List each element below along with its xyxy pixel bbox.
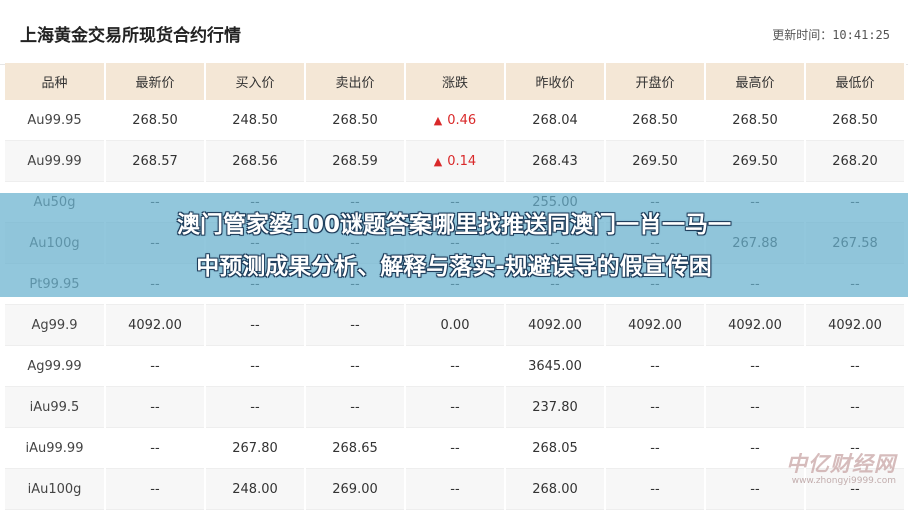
column-header: 最新价	[105, 63, 206, 100]
table-row[interactable]: Ag99.99 -- -- -- -- 3645.00 -- -- --	[5, 345, 906, 387]
table-row[interactable]: Ag99.9 4092.00 -- -- 0.00 4092.00 4092.00 4092.…	[5, 304, 906, 346]
cell-name: Ag99.99	[5, 345, 106, 387]
update-time: 10:41:25	[832, 28, 890, 42]
cell-low: 268.20	[805, 140, 906, 182]
column-header: 昨收价	[505, 63, 606, 100]
page-header: 上海黄金交易所现货合约行情 更新时间：10:41:25	[0, 0, 908, 65]
cell-name: iAu100g	[5, 468, 106, 510]
banner-line-2: 中预测成果分析、解释与落实-规避误导的假宣传困	[196, 254, 712, 280]
cell-change: ▲ 0.14	[405, 140, 506, 182]
cell-bid: 268.56	[205, 140, 306, 182]
cell-latest: --	[105, 386, 206, 428]
cell-prev-close: 3645.00	[505, 345, 606, 387]
cell-low: --	[805, 386, 906, 428]
cell-high: 269.50	[705, 140, 806, 182]
table-row[interactable]: Au99.95 268.50 248.50 268.50 ▲ 0.46 268.04 268.…	[5, 100, 906, 141]
cell-open: --	[605, 468, 706, 510]
cell-prev-close: 268.00	[505, 468, 606, 510]
cell-ask: --	[305, 386, 406, 428]
cell-change: --	[405, 345, 506, 387]
cell-prev-close: 4092.00	[505, 304, 606, 346]
cell-name: Au99.95	[5, 100, 106, 141]
cell-ask: 268.59	[305, 140, 406, 182]
cell-high: --	[705, 345, 806, 387]
column-header: 卖出价	[305, 63, 406, 100]
cell-latest: --	[105, 468, 206, 510]
cell-open: --	[605, 386, 706, 428]
cell-high: 268.50	[705, 100, 806, 141]
cell-change: --	[405, 468, 506, 510]
cell-bid: --	[205, 386, 306, 428]
cell-latest: --	[105, 345, 206, 387]
cell-name: iAu99.99	[5, 427, 106, 469]
watermark-url: www.zhongyi9999.com	[791, 476, 896, 486]
cell-latest: 4092.00	[105, 304, 206, 346]
column-header: 最低价	[805, 63, 906, 100]
cell-high: 4092.00	[705, 304, 806, 346]
cell-open: 268.50	[605, 100, 706, 141]
cell-name: iAu99.5	[5, 386, 106, 428]
watermark-logo-text: 中亿财经网	[786, 452, 896, 476]
column-header: 最高价	[705, 63, 806, 100]
up-arrow-icon: ▲	[433, 154, 443, 168]
cell-latest: 268.50	[105, 100, 206, 141]
table-row[interactable]: iAu99.5 -- -- -- -- 237.80 -- -- --	[5, 386, 906, 428]
banner-line-1: 澳门管家婆100谜题答案哪里找推送同澳门一肖一马一	[176, 212, 731, 238]
cell-low: 268.50	[805, 100, 906, 141]
update-time-label: 更新时间：10:41:25	[772, 26, 890, 43]
up-arrow-icon: ▲	[433, 113, 443, 127]
cell-change: --	[405, 386, 506, 428]
cell-prev-close: 268.05	[505, 427, 606, 469]
column-header: 涨跌	[405, 63, 506, 100]
cell-change: 0.00	[405, 304, 506, 346]
cell-bid: 267.80	[205, 427, 306, 469]
cell-latest: 268.57	[105, 140, 206, 182]
cell-prev-close: 268.43	[505, 140, 606, 182]
change-value: 0.46	[447, 112, 477, 128]
cell-open: 4092.00	[605, 304, 706, 346]
cell-name: Au99.99	[5, 140, 106, 182]
cell-bid: --	[205, 345, 306, 387]
update-label: 更新时间：	[772, 28, 833, 42]
column-header: 买入价	[205, 63, 306, 100]
cell-change: --	[405, 427, 506, 469]
cell-ask: --	[305, 345, 406, 387]
table-header-row: 品种 最新价 买入价 卖出价 涨跌 昨收价 开盘价 最高价 最低价	[5, 63, 906, 100]
change-value: 0.14	[447, 153, 477, 169]
cell-ask: 269.00	[305, 468, 406, 510]
watermark-logo: 中亿财经网 www.zhongyi9999.com	[746, 448, 896, 486]
cell-high: --	[705, 386, 806, 428]
cell-latest: --	[105, 427, 206, 469]
column-header: 开盘价	[605, 63, 706, 100]
cell-open: --	[605, 427, 706, 469]
page-title: 上海黄金交易所现货合约行情	[20, 26, 241, 46]
cell-low: 4092.00	[805, 304, 906, 346]
cell-ask: --	[305, 304, 406, 346]
cell-bid: --	[205, 304, 306, 346]
cell-ask: 268.50	[305, 100, 406, 141]
column-header: 品种	[5, 63, 106, 100]
cell-prev-close: 268.04	[505, 100, 606, 141]
overlay-banner: 澳门管家婆100谜题答案哪里找推送同澳门一肖一马一 中预测成果分析、解释与落实-…	[0, 193, 908, 297]
cell-bid: 248.50	[205, 100, 306, 141]
cell-ask: 268.65	[305, 427, 406, 469]
cell-prev-close: 237.80	[505, 386, 606, 428]
cell-open: 269.50	[605, 140, 706, 182]
cell-bid: 248.00	[205, 468, 306, 510]
cell-name: Ag99.9	[5, 304, 106, 346]
cell-change: ▲ 0.46	[405, 100, 506, 141]
cell-open: --	[605, 345, 706, 387]
table-row[interactable]: Au99.99 268.57 268.56 268.59 ▲ 0.14 268.43 269.…	[5, 140, 906, 182]
cell-low: --	[805, 345, 906, 387]
